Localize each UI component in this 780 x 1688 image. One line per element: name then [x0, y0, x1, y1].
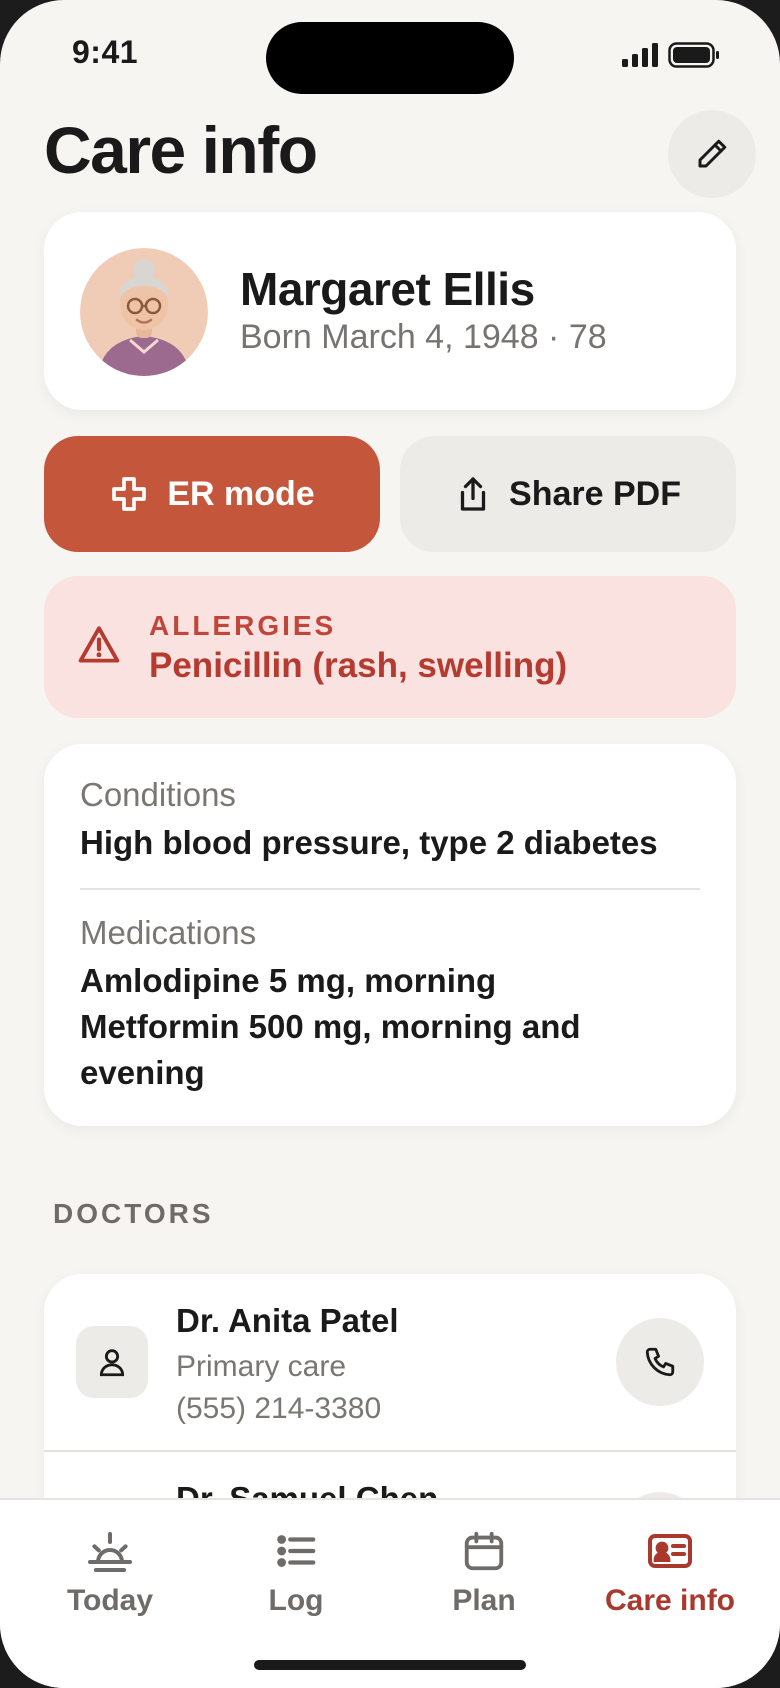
doctors-section-label: DOCTORS [53, 1198, 214, 1229]
phone-screen: 9:41 Care info Margaret Ellis Born March… [0, 0, 780, 1688]
share-pdf-label: Share PDF [509, 474, 681, 513]
dynamic-island [266, 22, 514, 94]
tab-plan[interactable]: Plan [389, 1528, 579, 1618]
list-icon [277, 1535, 316, 1567]
medication-item: Amlodipine 5 mg, morning [80, 962, 497, 999]
tab-log[interactable]: Log [201, 1528, 391, 1618]
tab-today[interactable]: Today [15, 1528, 205, 1618]
status-bar: 9:41 [0, 0, 780, 110]
patient-name: Margaret Ellis [240, 263, 535, 315]
doctor-role: Primary care [176, 1350, 347, 1383]
battery-icon [668, 42, 719, 68]
allergies-banner: ALLERGIES Penicillin (rash, swelling) [44, 576, 736, 718]
phone-icon [645, 1347, 675, 1377]
edit-button[interactable] [668, 110, 756, 198]
er-mode-label: ER mode [167, 474, 315, 513]
conditions-label: Conditions [80, 776, 236, 813]
doctor-phone: (555) 214-3380 [176, 1392, 382, 1425]
signal-icon [622, 43, 658, 67]
avatar [80, 248, 208, 376]
calendar-icon [464, 1531, 504, 1571]
status-time: 9:41 [72, 34, 139, 70]
tab-label: Plan [452, 1584, 516, 1617]
pencil-icon [698, 139, 727, 168]
divider [80, 888, 700, 890]
tab-label: Log [268, 1584, 324, 1617]
status-icons [622, 42, 720, 68]
person-icon [76, 1326, 148, 1398]
id-card-icon [648, 1534, 692, 1568]
home-indicator [254, 1660, 526, 1670]
patient-birthdate: Born March 4, 1948 · 78 [240, 318, 607, 356]
profile-card: Margaret Ellis Born March 4, 1948 · 78 [44, 212, 736, 410]
warning-icon [78, 626, 120, 663]
conditions-value: High blood pressure, type 2 diabetes [80, 824, 658, 861]
sunrise-icon [88, 1532, 132, 1572]
medications-label: Medications [80, 914, 257, 951]
tab-label: Today [66, 1584, 154, 1617]
divider [44, 1450, 736, 1452]
call-button[interactable] [616, 1318, 704, 1406]
doctor-name: Dr. Anita Patel [176, 1302, 399, 1339]
medication-item: Metformin 500 mg, morning and evening [80, 1008, 581, 1091]
share-pdf-button[interactable]: Share PDF [400, 436, 736, 552]
share-icon [460, 477, 486, 511]
tab-care-info[interactable]: Care info [575, 1528, 765, 1618]
allergies-value: Penicillin (rash, swelling) [149, 646, 568, 685]
medical-cross-icon [112, 477, 147, 511]
medications-list: Amlodipine 5 mg, morning Metformin 500 m… [80, 958, 680, 1096]
page-title: Care info [44, 113, 318, 187]
tab-label: Care info [604, 1584, 736, 1617]
allergies-label: ALLERGIES [149, 610, 337, 641]
health-summary-card: Conditions High blood pressure, type 2 d… [44, 744, 736, 1126]
er-mode-button[interactable]: ER mode [44, 436, 380, 552]
